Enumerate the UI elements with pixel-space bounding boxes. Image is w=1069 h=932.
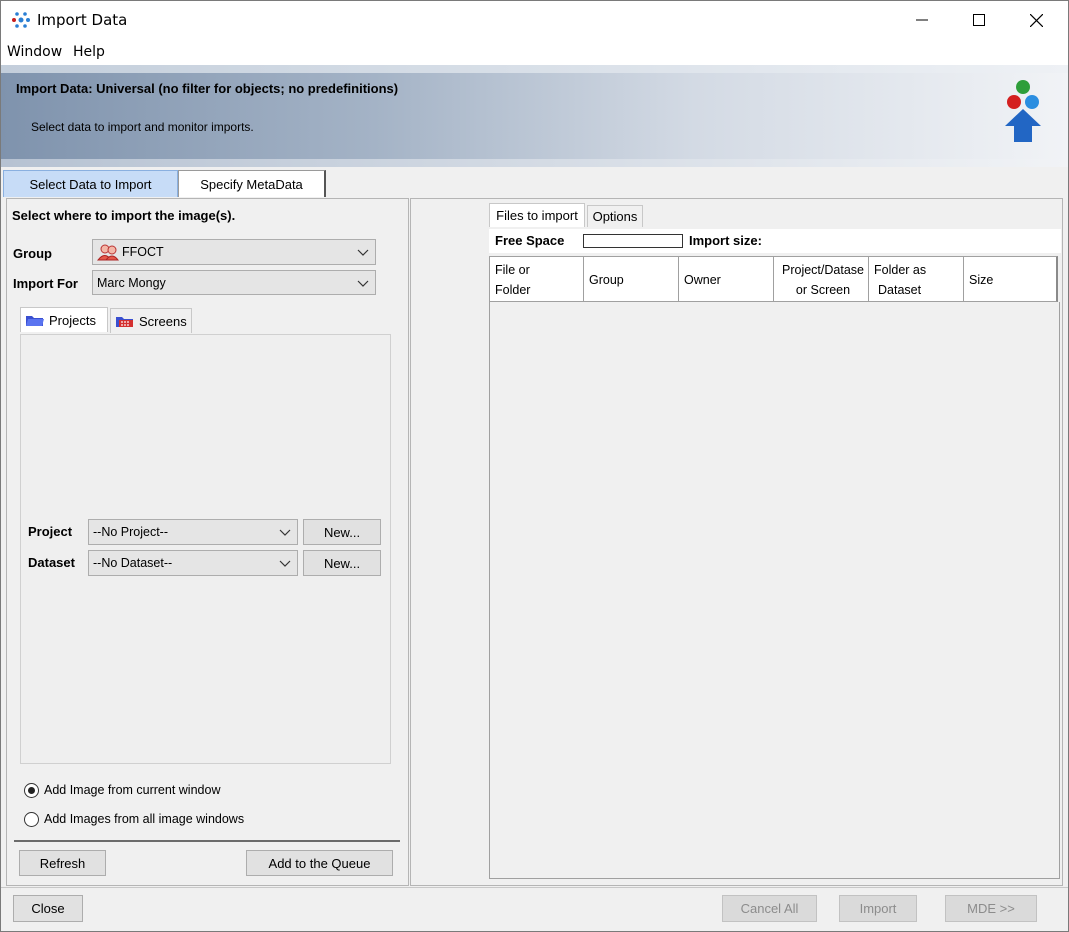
new-dataset-button[interactable]: New... bbox=[303, 550, 381, 576]
cancel-all-label: Cancel All bbox=[740, 901, 799, 916]
window-title: Import Data bbox=[37, 11, 128, 29]
col-size-line1: Size bbox=[969, 273, 994, 287]
refresh-label: Refresh bbox=[39, 855, 86, 871]
tab-specify-metadata[interactable]: Specify MetaData bbox=[178, 170, 326, 197]
project-select-value: --No Project-- bbox=[93, 525, 169, 539]
chevron-down-icon bbox=[357, 249, 369, 256]
add-to-queue-label: Add to the Queue bbox=[268, 855, 371, 871]
col-group-line1: Group bbox=[589, 273, 624, 287]
new-project-button[interactable]: New... bbox=[303, 519, 381, 545]
files-table-body[interactable] bbox=[489, 302, 1060, 879]
tab-options[interactable]: Options bbox=[587, 205, 643, 227]
title-bar: Import Data bbox=[1, 1, 1068, 39]
import-location-heading: Select where to import the image(s). bbox=[12, 208, 236, 223]
app-logo-icon bbox=[12, 12, 30, 28]
col-file-line1: File or bbox=[495, 263, 530, 277]
tab-screens-label: Screens bbox=[139, 313, 187, 329]
chevron-down-icon bbox=[279, 529, 291, 536]
menu-bar: Window Help bbox=[1, 39, 1068, 65]
radio-all-windows[interactable] bbox=[24, 812, 39, 827]
banner-subtitle: Select data to import and monitor import… bbox=[31, 120, 254, 134]
import-button[interactable]: Import bbox=[839, 895, 917, 922]
tab-files-to-import-label: Files to import bbox=[496, 208, 578, 223]
left-panel: Select where to import the image(s). Gro… bbox=[6, 198, 409, 886]
mde-label: MDE >> bbox=[967, 901, 1015, 916]
col-folder-line2: Dataset bbox=[878, 283, 922, 297]
close-window-button[interactable] bbox=[1008, 1, 1065, 39]
free-space-bar bbox=[583, 234, 683, 248]
close-icon bbox=[1030, 13, 1043, 27]
tab-files-to-import[interactable]: Files to import bbox=[489, 203, 585, 227]
group-label: Group bbox=[13, 246, 52, 261]
chevron-down-icon bbox=[357, 280, 369, 287]
col-file-line2: Folder bbox=[495, 283, 531, 297]
menu-help[interactable]: Help bbox=[73, 44, 105, 60]
banner-stripe bbox=[1, 65, 1068, 73]
group-select[interactable]: FFOCT bbox=[92, 239, 376, 265]
maximize-icon bbox=[972, 14, 985, 26]
tab-options-label: Options bbox=[592, 209, 638, 224]
col-project-line2: or Screen bbox=[795, 283, 851, 297]
mde-button[interactable]: MDE >> bbox=[945, 895, 1037, 922]
projects-tree-area[interactable] bbox=[20, 334, 391, 764]
divider bbox=[14, 840, 400, 842]
screens-folder-icon bbox=[116, 317, 133, 327]
chevron-down-icon bbox=[279, 560, 291, 567]
free-space-row: Free Space Import size: bbox=[489, 229, 1061, 253]
radio-current-window[interactable] bbox=[24, 783, 39, 798]
dataset-select[interactable]: --No Dataset-- bbox=[88, 550, 298, 576]
col-header-group[interactable]: Group bbox=[584, 256, 679, 302]
new-dataset-label: New... bbox=[323, 555, 361, 571]
radio-selected-dot bbox=[28, 787, 35, 794]
radio-all-windows-label: Add Images from all image windows bbox=[44, 812, 245, 826]
import-label: Import bbox=[859, 901, 897, 916]
banner-title: Import Data: Universal (no filter for ob… bbox=[16, 81, 399, 96]
tab-specify-metadata-label: Specify MetaData bbox=[200, 176, 303, 192]
group-icon bbox=[97, 244, 119, 261]
col-header-owner[interactable]: Owner bbox=[679, 256, 774, 302]
close-label: Close bbox=[31, 901, 65, 916]
import-for-select[interactable]: Marc Mongy bbox=[92, 270, 376, 295]
project-label: Project bbox=[28, 524, 73, 539]
import-logo-icon bbox=[1005, 80, 1041, 142]
col-header-size[interactable]: Size bbox=[964, 256, 1058, 302]
import-data-window: Import Data Window Help Import Data: Uni… bbox=[0, 0, 1069, 932]
col-folder-line1: Folder as bbox=[874, 263, 927, 277]
new-project-label: New... bbox=[323, 524, 361, 540]
menu-window[interactable]: Window bbox=[7, 44, 62, 60]
add-to-queue-button[interactable]: Add to the Queue bbox=[246, 850, 393, 876]
refresh-button[interactable]: Refresh bbox=[19, 850, 106, 876]
col-header-file-or-folder[interactable]: File or Folder bbox=[489, 256, 584, 302]
tab-projects[interactable]: Projects bbox=[20, 307, 108, 332]
banner-bottom-stripe bbox=[1, 159, 1068, 167]
import-for-label: Import For bbox=[13, 276, 78, 291]
tab-screens[interactable]: Screens bbox=[110, 308, 192, 333]
tab-select-data[interactable]: Select Data to Import bbox=[3, 170, 178, 197]
minimize-icon bbox=[915, 19, 928, 21]
bottom-separator bbox=[1, 887, 1068, 888]
free-space-label: Free Space bbox=[495, 233, 565, 248]
col-header-project-dataset[interactable]: Project/Datase or Screen bbox=[774, 256, 869, 302]
col-project-line1: Project/Datase bbox=[782, 263, 864, 277]
minimize-button[interactable] bbox=[893, 1, 950, 39]
close-button[interactable]: Close bbox=[13, 895, 83, 922]
dataset-label: Dataset bbox=[28, 555, 75, 570]
dataset-select-value: --No Dataset-- bbox=[93, 556, 173, 570]
radio-current-window-label: Add Image from current window bbox=[44, 783, 221, 797]
tab-select-data-label: Select Data to Import bbox=[29, 176, 152, 192]
group-select-value: FFOCT bbox=[122, 245, 164, 259]
col-owner-line1: Owner bbox=[684, 273, 721, 287]
maximize-button[interactable] bbox=[950, 1, 1007, 39]
tab-projects-label: Projects bbox=[49, 312, 96, 328]
projects-folder-icon bbox=[26, 316, 44, 326]
import-size-label: Import size: bbox=[689, 233, 762, 248]
col-header-folder-as-dataset[interactable]: Folder as Dataset bbox=[869, 256, 964, 302]
import-for-value: Marc Mongy bbox=[97, 275, 166, 290]
right-panel: Files to import Options Free Space Impor… bbox=[410, 198, 1063, 886]
cancel-all-button[interactable]: Cancel All bbox=[722, 895, 817, 922]
project-select[interactable]: --No Project-- bbox=[88, 519, 298, 545]
header-banner: Import Data: Universal (no filter for ob… bbox=[1, 65, 1068, 167]
